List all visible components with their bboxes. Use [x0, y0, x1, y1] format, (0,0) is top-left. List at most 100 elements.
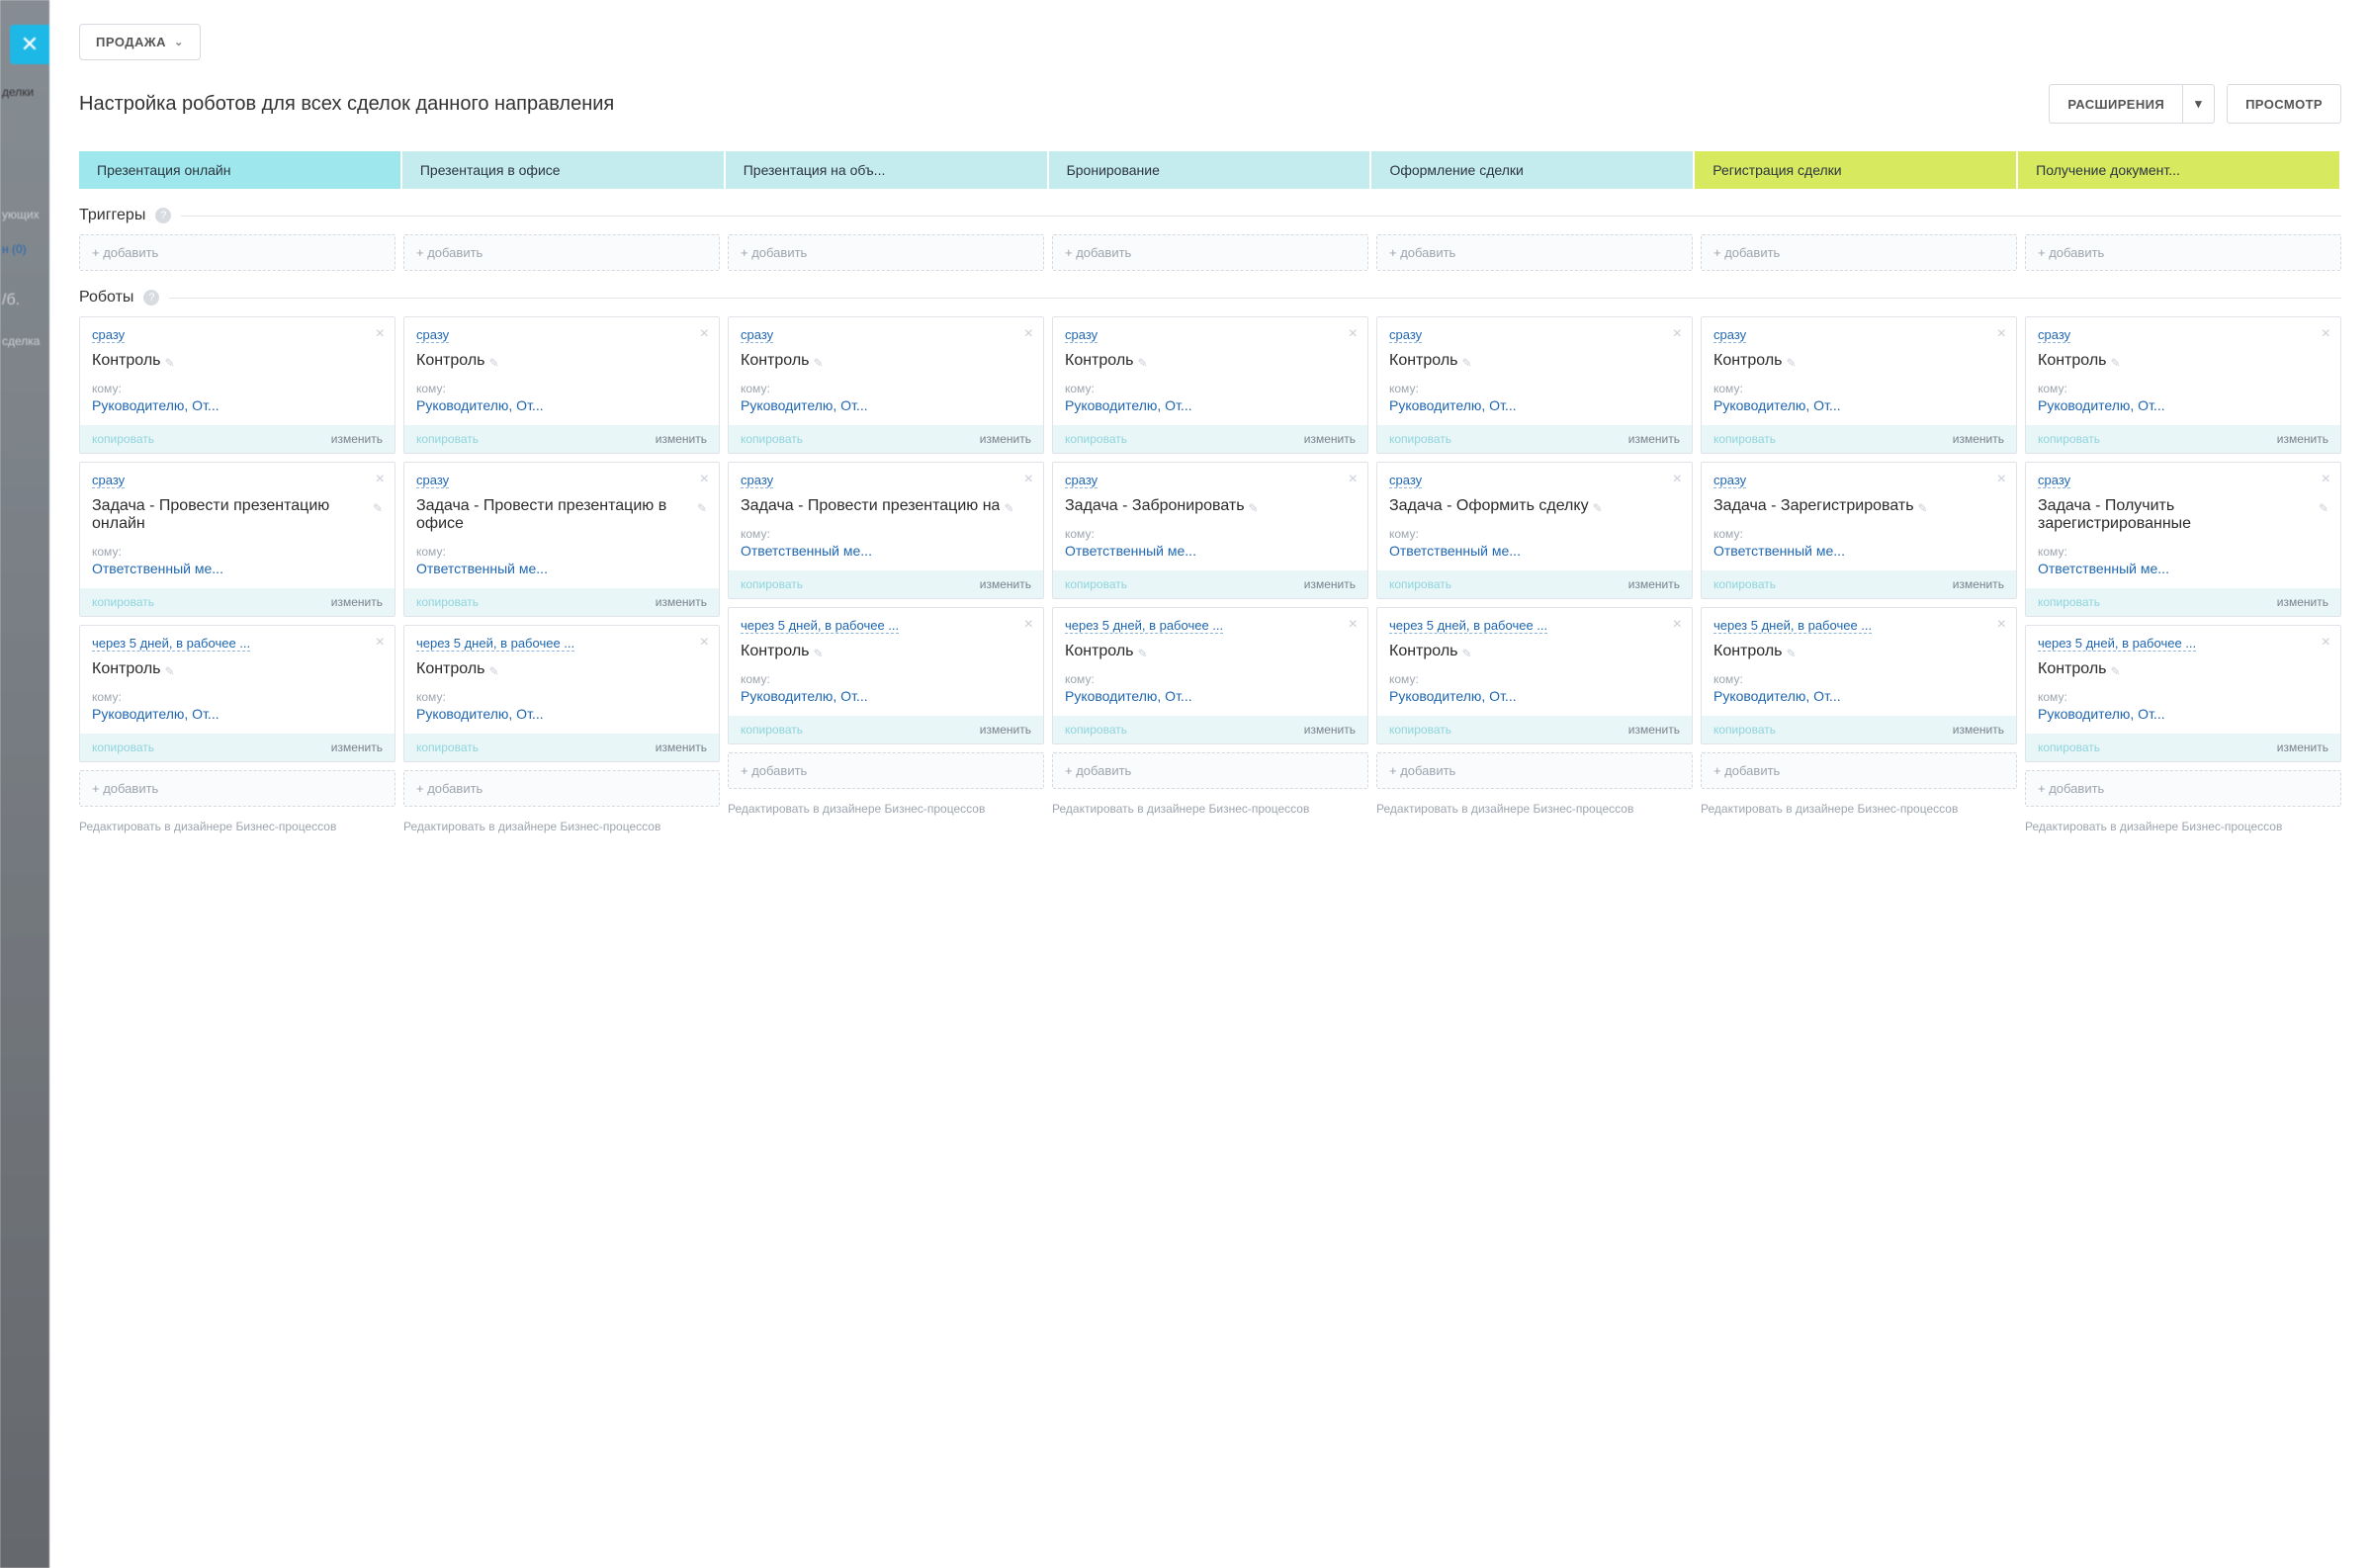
- card-close-icon[interactable]: ×: [1997, 471, 2006, 488]
- edit-pencil-icon[interactable]: ✎: [165, 664, 175, 678]
- card-edit-link[interactable]: изменить: [2277, 432, 2328, 446]
- card-close-icon[interactable]: ×: [1673, 471, 1682, 488]
- card-copy-link[interactable]: копировать: [1065, 577, 1127, 591]
- card-copy-link[interactable]: копировать: [1713, 723, 1776, 737]
- help-icon[interactable]: ?: [143, 290, 159, 305]
- bp-designer-link[interactable]: Редактировать в дизайнере Бизнес-процесс…: [1052, 801, 1368, 818]
- card-close-icon[interactable]: ×: [1024, 325, 1033, 343]
- stage-tab[interactable]: Получение документ...: [2018, 151, 2339, 189]
- card-timing-link[interactable]: через 5 дней, в рабочее ...: [741, 618, 899, 634]
- pipeline-dropdown[interactable]: ПРОДАЖА ⌄: [79, 24, 201, 60]
- card-edit-link[interactable]: изменить: [1304, 432, 1356, 446]
- card-edit-link[interactable]: изменить: [656, 740, 707, 754]
- add-trigger-button[interactable]: добавить: [403, 234, 720, 271]
- card-timing-link[interactable]: через 5 дней, в рабочее ...: [2038, 636, 2196, 652]
- card-copy-link[interactable]: копировать: [416, 740, 479, 754]
- add-trigger-button[interactable]: добавить: [1052, 234, 1368, 271]
- stage-tab[interactable]: Презентация на объ...: [726, 151, 1047, 189]
- card-timing-link[interactable]: сразу: [1065, 473, 1098, 488]
- edit-pencil-icon[interactable]: ✎: [814, 647, 824, 660]
- card-close-icon[interactable]: ×: [1673, 325, 1682, 343]
- help-icon[interactable]: ?: [155, 208, 171, 223]
- card-close-icon[interactable]: ×: [1673, 616, 1682, 634]
- add-robot-button[interactable]: добавить: [1052, 752, 1368, 789]
- card-timing-link[interactable]: сразу: [92, 327, 125, 343]
- card-timing-link[interactable]: сразу: [741, 327, 773, 343]
- card-timing-link[interactable]: через 5 дней, в рабочее ...: [1389, 618, 1547, 634]
- edit-pencil-icon[interactable]: ✎: [489, 356, 499, 370]
- card-close-icon[interactable]: ×: [700, 634, 709, 652]
- bp-designer-link[interactable]: Редактировать в дизайнере Бизнес-процесс…: [403, 819, 720, 835]
- card-close-icon[interactable]: ×: [1997, 325, 2006, 343]
- add-trigger-button[interactable]: добавить: [2025, 234, 2341, 271]
- card-copy-link[interactable]: копировать: [92, 740, 154, 754]
- card-timing-link[interactable]: через 5 дней, в рабочее ...: [1065, 618, 1223, 634]
- edit-pencil-icon[interactable]: ✎: [1787, 647, 1797, 660]
- card-copy-link[interactable]: копировать: [416, 432, 479, 446]
- card-copy-link[interactable]: копировать: [741, 577, 803, 591]
- extensions-dropdown-toggle[interactable]: ▾: [2182, 84, 2215, 124]
- card-edit-link[interactable]: изменить: [331, 432, 383, 446]
- card-copy-link[interactable]: копировать: [1389, 577, 1451, 591]
- card-timing-link[interactable]: сразу: [1389, 327, 1422, 343]
- card-edit-link[interactable]: изменить: [331, 595, 383, 609]
- edit-pencil-icon[interactable]: ✎: [2319, 501, 2328, 515]
- card-edit-link[interactable]: изменить: [980, 577, 1031, 591]
- card-timing-link[interactable]: сразу: [1713, 327, 1746, 343]
- edit-pencil-icon[interactable]: ✎: [1249, 501, 1259, 515]
- card-close-icon[interactable]: ×: [1024, 616, 1033, 634]
- card-copy-link[interactable]: копировать: [741, 723, 803, 737]
- card-edit-link[interactable]: изменить: [1953, 432, 2004, 446]
- card-copy-link[interactable]: копировать: [1065, 723, 1127, 737]
- card-edit-link[interactable]: изменить: [980, 723, 1031, 737]
- bp-designer-link[interactable]: Редактировать в дизайнере Бизнес-процесс…: [79, 819, 395, 835]
- stage-tab[interactable]: Презентация онлайн: [79, 151, 400, 189]
- card-edit-link[interactable]: изменить: [331, 740, 383, 754]
- card-edit-link[interactable]: изменить: [1628, 432, 1680, 446]
- edit-pencil-icon[interactable]: ✎: [1462, 356, 1472, 370]
- card-close-icon[interactable]: ×: [2322, 471, 2330, 488]
- card-close-icon[interactable]: ×: [2322, 325, 2330, 343]
- edit-pencil-icon[interactable]: ✎: [1918, 501, 1928, 515]
- bp-designer-link[interactable]: Редактировать в дизайнере Бизнес-процесс…: [1701, 801, 2017, 818]
- card-timing-link[interactable]: сразу: [1065, 327, 1098, 343]
- edit-pencil-icon[interactable]: ✎: [1462, 647, 1472, 660]
- card-timing-link[interactable]: сразу: [2038, 327, 2070, 343]
- card-edit-link[interactable]: изменить: [1304, 723, 1356, 737]
- card-copy-link[interactable]: копировать: [2038, 740, 2100, 754]
- edit-pencil-icon[interactable]: ✎: [814, 356, 824, 370]
- extensions-button[interactable]: РАСШИРЕНИЯ: [2049, 84, 2182, 124]
- card-copy-link[interactable]: копировать: [92, 595, 154, 609]
- card-edit-link[interactable]: изменить: [2277, 595, 2328, 609]
- card-edit-link[interactable]: изменить: [656, 595, 707, 609]
- edit-pencil-icon[interactable]: ✎: [373, 501, 383, 515]
- add-robot-button[interactable]: добавить: [1376, 752, 1693, 789]
- card-timing-link[interactable]: через 5 дней, в рабочее ...: [92, 636, 250, 652]
- add-trigger-button[interactable]: добавить: [728, 234, 1044, 271]
- add-robot-button[interactable]: добавить: [2025, 770, 2341, 807]
- card-copy-link[interactable]: копировать: [1065, 432, 1127, 446]
- edit-pencil-icon[interactable]: ✎: [2111, 664, 2121, 678]
- card-timing-link[interactable]: через 5 дней, в рабочее ...: [416, 636, 574, 652]
- edit-pencil-icon[interactable]: ✎: [1787, 356, 1797, 370]
- card-copy-link[interactable]: копировать: [741, 432, 803, 446]
- card-timing-link[interactable]: сразу: [2038, 473, 2070, 488]
- card-copy-link[interactable]: копировать: [2038, 432, 2100, 446]
- card-timing-link[interactable]: сразу: [741, 473, 773, 488]
- card-edit-link[interactable]: изменить: [1628, 577, 1680, 591]
- card-timing-link[interactable]: сразу: [416, 327, 449, 343]
- card-close-icon[interactable]: ×: [1349, 616, 1358, 634]
- edit-pencil-icon[interactable]: ✎: [1004, 501, 1013, 515]
- add-trigger-button[interactable]: добавить: [1376, 234, 1693, 271]
- close-panel-button[interactable]: ✕: [10, 25, 49, 64]
- add-robot-button[interactable]: добавить: [728, 752, 1044, 789]
- card-edit-link[interactable]: изменить: [1628, 723, 1680, 737]
- card-close-icon[interactable]: ×: [376, 325, 385, 343]
- card-close-icon[interactable]: ×: [1024, 471, 1033, 488]
- stage-tab[interactable]: Бронирование: [1049, 151, 1370, 189]
- edit-pencil-icon[interactable]: ✎: [2111, 356, 2121, 370]
- bp-designer-link[interactable]: Редактировать в дизайнере Бизнес-процесс…: [728, 801, 1044, 818]
- add-trigger-button[interactable]: добавить: [1701, 234, 2017, 271]
- add-robot-button[interactable]: добавить: [79, 770, 395, 807]
- edit-pencil-icon[interactable]: ✎: [1593, 501, 1603, 515]
